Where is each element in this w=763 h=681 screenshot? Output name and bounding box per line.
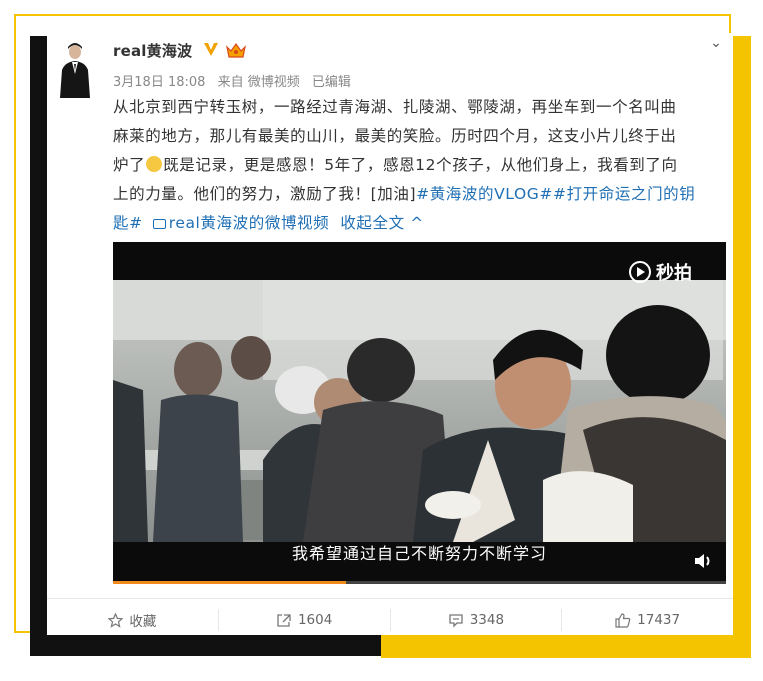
post-meta: 3月18日 18:08 来自 微博视频 已编辑 [113,71,359,90]
avatar[interactable] [57,40,93,98]
video-player[interactable]: 秒拍 我希望通过自己不断努力不断学习 [113,242,726,584]
video-watermark: 秒拍 [629,259,692,285]
post-text-line: 匙# real黄海波的微博视频 收起全文 ^ [113,209,709,238]
crying-emoji-icon [146,156,163,172]
favorite-button[interactable]: 收藏 [47,599,218,641]
post-text-line: 炉了 既是记录，更是感恩！5年了，感恩12个孩子，从他们身上，我看到了向 [113,151,709,180]
video-link-icon [152,219,166,229]
share-arrow-icon [277,613,291,627]
video-frame-image [113,280,726,542]
post-edited-label: 已编辑 [311,75,351,90]
video-progress-track[interactable] [113,581,726,584]
video-subtitle: 我希望通过自己不断努力不断学习 [291,544,547,563]
comment-button[interactable]: 3348 [391,599,562,641]
miaopai-logo-icon [629,261,651,283]
favorite-label: 收藏 [129,614,157,630]
post-text-line: 上的力量。他们的努力，激励了我！[加油]#黄海波的VLOG##打开命运之门的钥 [113,180,709,209]
crown-badge-icon[interactable] [225,40,247,60]
like-count: 17437 [637,612,681,628]
hashtag-link[interactable]: 匙# [113,214,143,232]
post-source[interactable]: 来自 微博视频 [218,75,300,90]
watermark-label: 秒拍 [656,263,692,284]
post-text-segment: 炉了 [113,156,146,174]
collapse-text-link[interactable]: 收起全文 ^ [340,214,424,232]
post-text-line: 从北京到西宁转玉树，一路经过青海湖、扎陵湖、鄂陵湖，再坐车到一个名叫曲 [113,98,677,116]
post-action-bar: 收藏 1604 3348 17437 [47,598,733,641]
comment-count: 3348 [469,612,505,628]
hashtag-link[interactable]: #黄海波的VLOG##打开命运之门的钥 [416,185,695,203]
post-text-line: 麻莱的地方，那儿有最美的山川，最美的笑脸。历时四个月，这支小片儿终于出 [113,127,677,145]
repost-button[interactable]: 1604 [219,599,390,641]
verified-v-icon [204,43,218,56]
video-source-link[interactable]: real黄海波的微博视频 [169,214,330,232]
speaker-icon[interactable] [693,552,715,570]
repost-count: 1604 [297,612,333,628]
post-text-segment: 上的力量。他们的努力，激励了我！[加油] [113,185,417,203]
post-text-segment: 既是记录，更是感恩！5年了，感恩12个孩子，从他们身上，我看到了向 [163,156,678,174]
star-icon [108,612,124,628]
like-button[interactable]: 17437 [562,599,733,641]
chevron-down-icon[interactable]: ⌄ [707,35,725,51]
username[interactable]: real黄海波 [113,40,192,61]
thumbs-up-icon [615,612,631,628]
speech-bubble-icon [449,613,463,628]
video-progress-fill [113,581,346,584]
post-date[interactable]: 3月18日 18:08 [113,75,205,90]
post-text: 从北京到西宁转玉树，一路经过青海湖、扎陵湖、鄂陵湖，再坐车到一个名叫曲 麻莱的地… [113,93,709,238]
